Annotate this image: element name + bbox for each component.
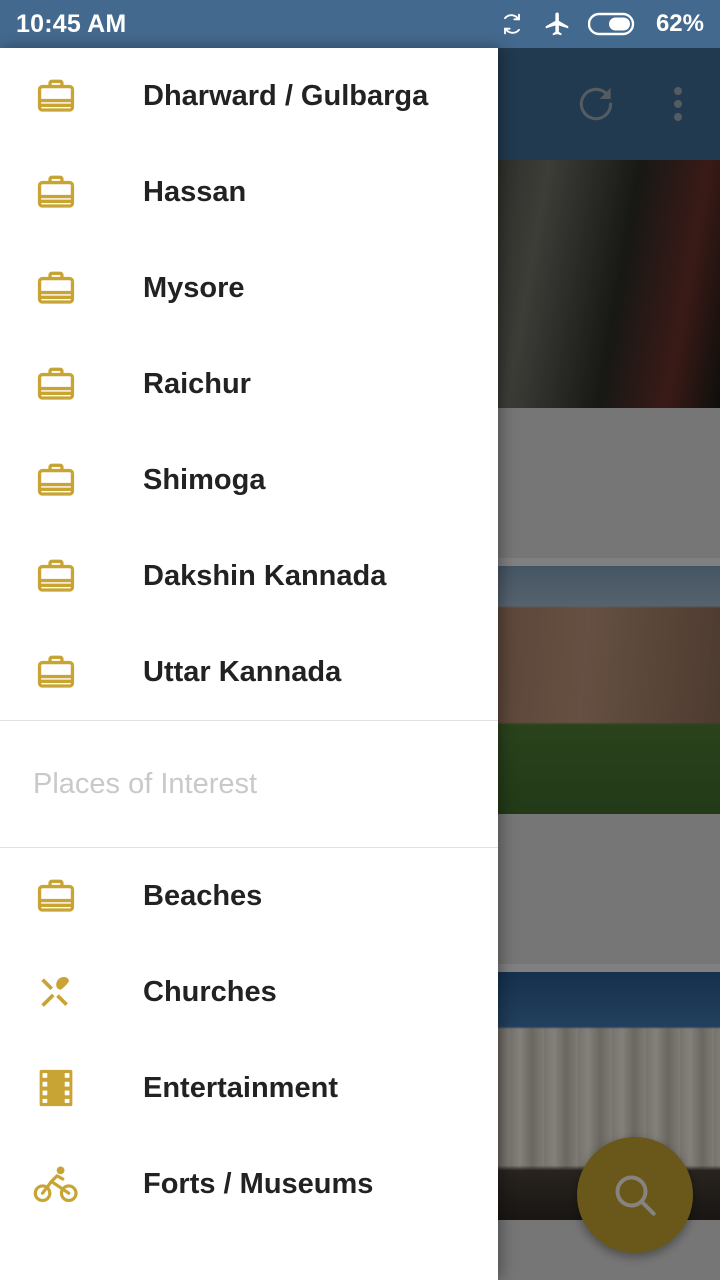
- sidebar-item-hassan[interactable]: Hassan: [0, 144, 498, 240]
- sidebar-item-label: Dakshin Kannada: [143, 559, 387, 592]
- sidebar-item-label: Shimoga: [143, 463, 266, 496]
- drawer-section-title: Places of Interest: [33, 767, 258, 800]
- sidebar-item-forts-museums[interactable]: Forts / Museums: [0, 1136, 498, 1232]
- sidebar-item-raichur[interactable]: Raichur: [0, 336, 498, 432]
- battery-icon: [587, 12, 635, 36]
- sidebar-item-label: Churches: [143, 975, 277, 1008]
- sidebar-item-shimoga[interactable]: Shimoga: [0, 432, 498, 528]
- sidebar-item-churches[interactable]: Churches: [0, 944, 498, 1040]
- sidebar-item-label: Mysore: [143, 271, 245, 304]
- sidebar-item-dakshin-kannada[interactable]: Dakshin Kannada: [0, 528, 498, 624]
- briefcase-icon: [33, 169, 79, 215]
- drawer-section-header: Places of Interest: [0, 721, 498, 847]
- sidebar-item-label: Beaches: [143, 879, 263, 912]
- sync-icon: [504, 13, 520, 35]
- sidebar-item-beaches[interactable]: Beaches: [0, 848, 498, 944]
- film-strip-icon: [33, 1065, 79, 1111]
- navigation-drawer[interactable]: Dharward / Gulbarga Hassan Mysore Raichu…: [0, 48, 498, 1280]
- sidebar-item-label: Uttar Kannada: [143, 655, 342, 688]
- phone-screen: Temple at avanagudi Kms Approx ore Forts…: [0, 0, 720, 1280]
- briefcase-icon: [33, 73, 79, 119]
- briefcase-icon: [33, 457, 79, 503]
- status-bar-clock: 10:45 AM: [16, 9, 127, 38]
- sidebar-item-label: Raichur: [143, 367, 251, 400]
- airplane-mode-icon: [545, 12, 569, 36]
- sidebar-item-dharward-gulbarga[interactable]: Dharward / Gulbarga: [0, 48, 498, 144]
- sidebar-item-label: Entertainment: [143, 1071, 338, 1104]
- battery-percentage: 62%: [655, 10, 704, 37]
- restaurant-icon: [33, 969, 79, 1015]
- briefcase-icon: [33, 649, 79, 695]
- briefcase-icon: [33, 265, 79, 311]
- briefcase-icon: [33, 361, 79, 407]
- cyclist-icon: [33, 1161, 79, 1207]
- sidebar-item-mysore[interactable]: Mysore: [0, 240, 498, 336]
- sidebar-item-label: Forts / Museums: [143, 1167, 374, 1200]
- briefcase-icon: [33, 873, 79, 919]
- sidebar-item-uttar-kannada[interactable]: Uttar Kannada: [0, 624, 498, 720]
- status-bar: 10:45 AM 62%: [0, 0, 720, 48]
- sidebar-item-label: Dharward / Gulbarga: [143, 79, 429, 112]
- sidebar-item-label: Hassan: [143, 175, 247, 208]
- briefcase-icon: [33, 553, 79, 599]
- sidebar-item-entertainment[interactable]: Entertainment: [0, 1040, 498, 1136]
